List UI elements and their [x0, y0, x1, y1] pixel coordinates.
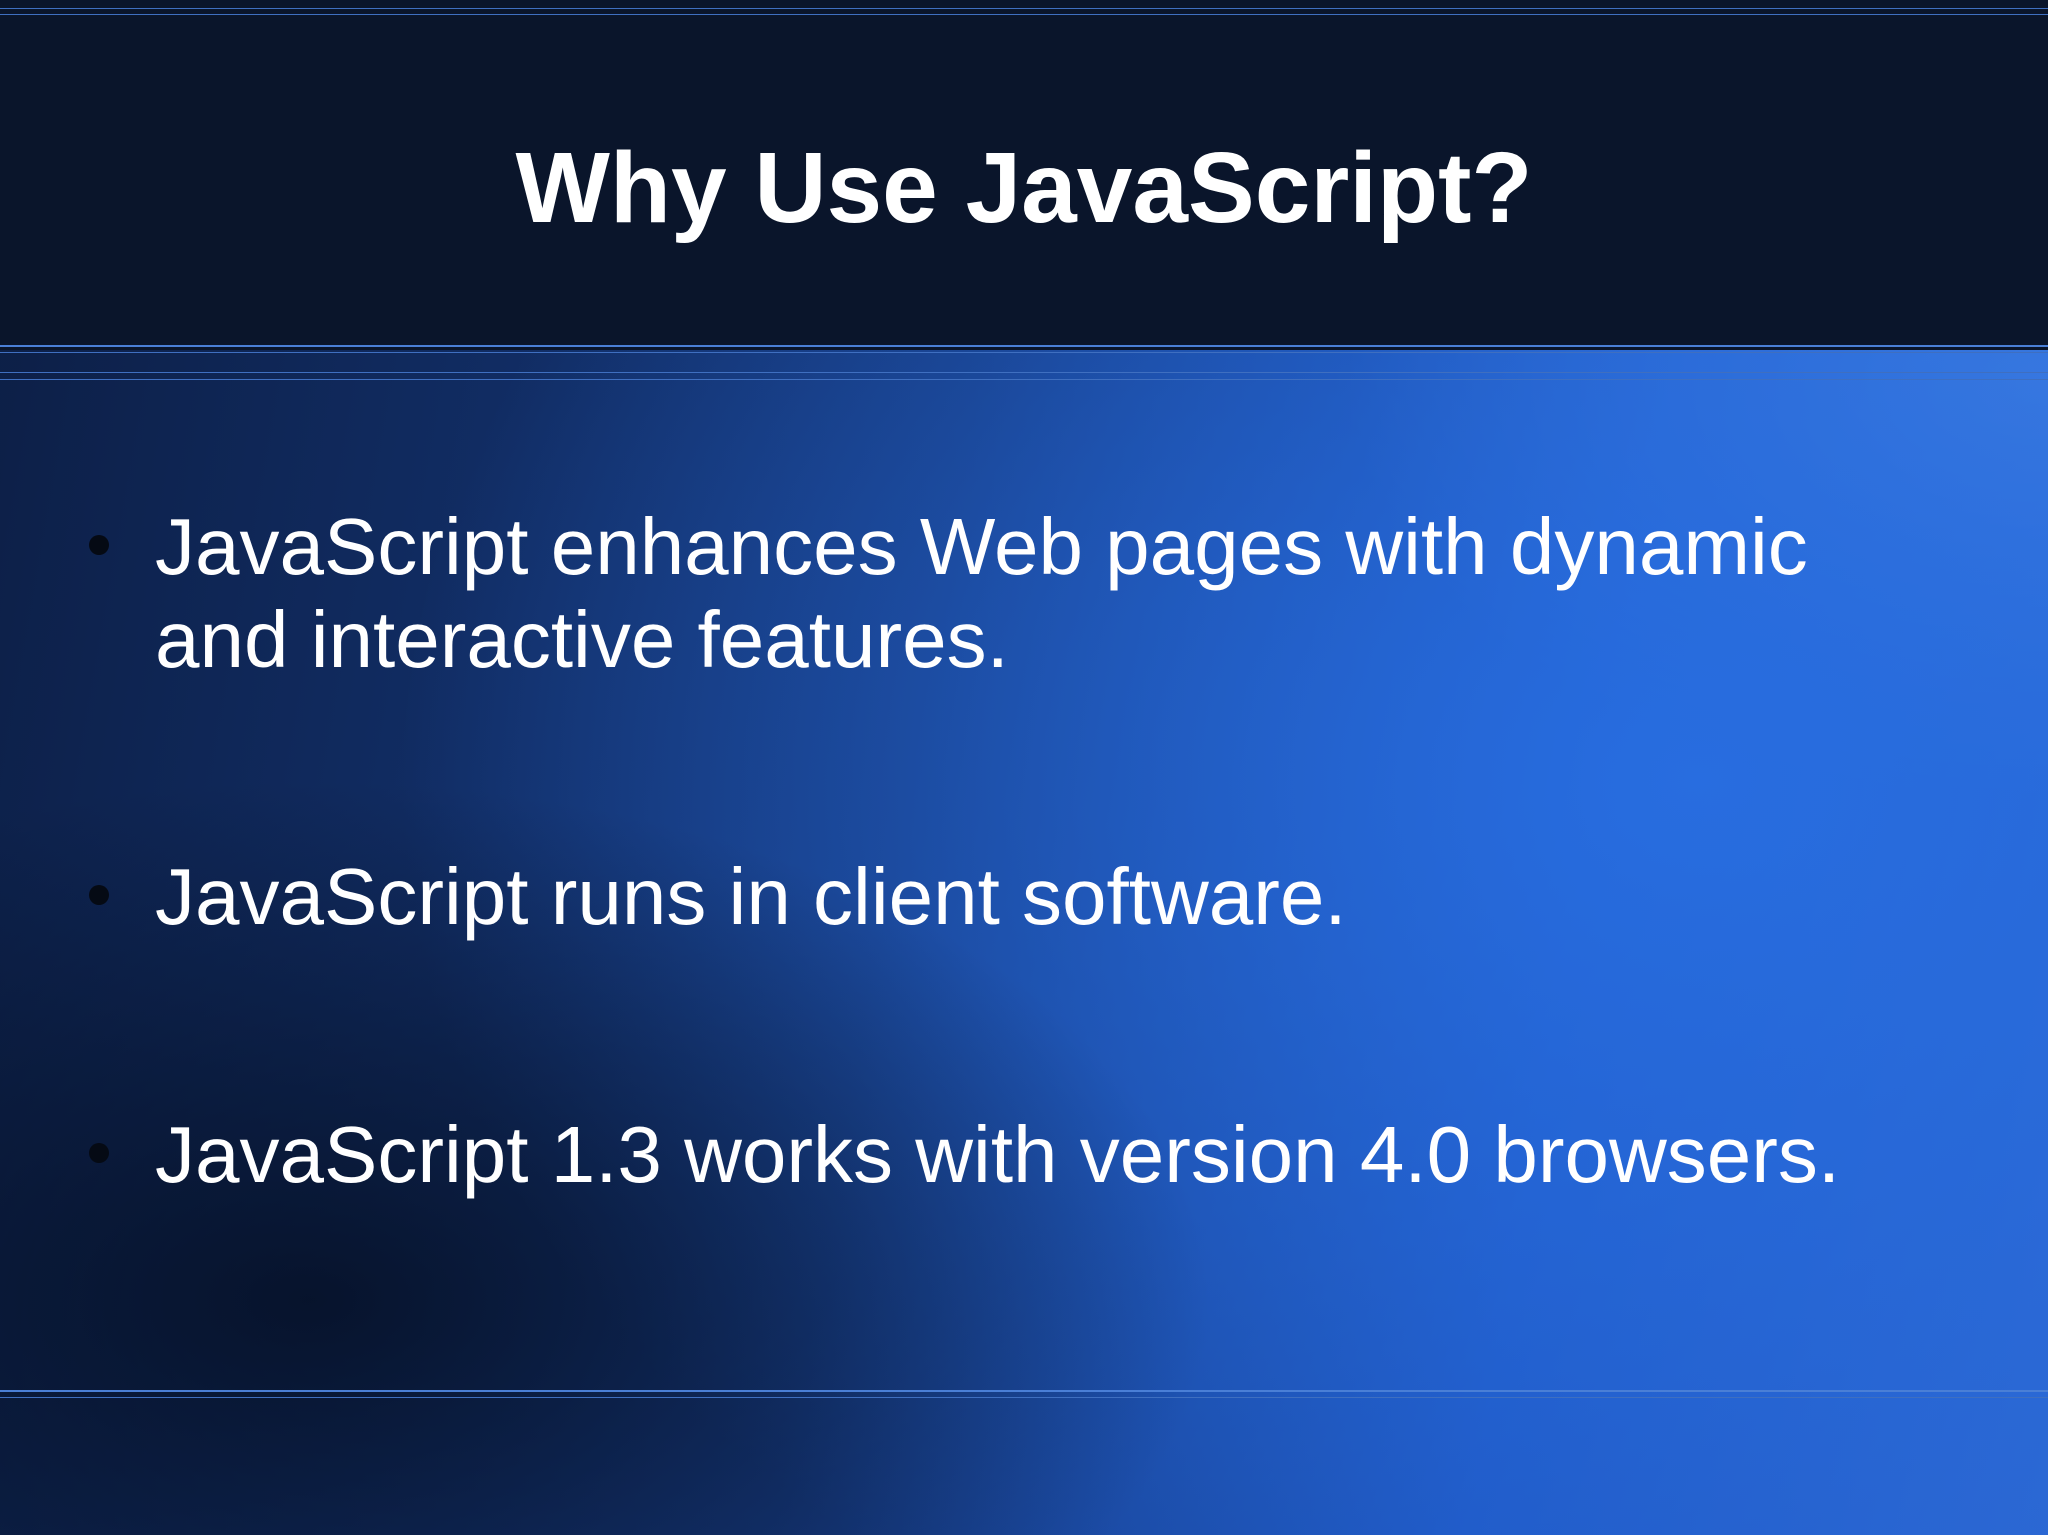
bullet-dot	[89, 1143, 109, 1163]
bullet-line: JavaScript runs in client software.	[155, 852, 1347, 941]
bullet-line: JavaScript 1.3 works with version 4.0 br…	[155, 1110, 1841, 1199]
bullet-text: JavaScript 1.3 works with version 4.0 br…	[155, 1108, 1995, 1201]
divider-line	[0, 379, 2048, 380]
bullet-dot	[89, 535, 109, 555]
bullet-line: JavaScript enhances Web pages with dynam…	[155, 502, 1808, 591]
slide-title: Why Use JavaScript?	[515, 132, 1533, 244]
divider-line	[0, 1390, 2048, 1392]
divider-line	[0, 1397, 2048, 1398]
divider-line	[0, 372, 2048, 373]
bullet-text: JavaScript enhances Web pages with dynam…	[155, 500, 1995, 686]
divider-line	[0, 352, 2048, 353]
divider-line	[0, 14, 2048, 15]
slide: Why Use JavaScript? JavaScript enhances …	[0, 0, 2048, 1535]
bullet-line: and interactive features.	[155, 595, 1009, 684]
bullet-text: JavaScript runs in client software.	[155, 850, 1995, 943]
divider-line	[0, 345, 2048, 347]
divider-line	[0, 8, 2048, 9]
bullet-dot	[89, 885, 109, 905]
